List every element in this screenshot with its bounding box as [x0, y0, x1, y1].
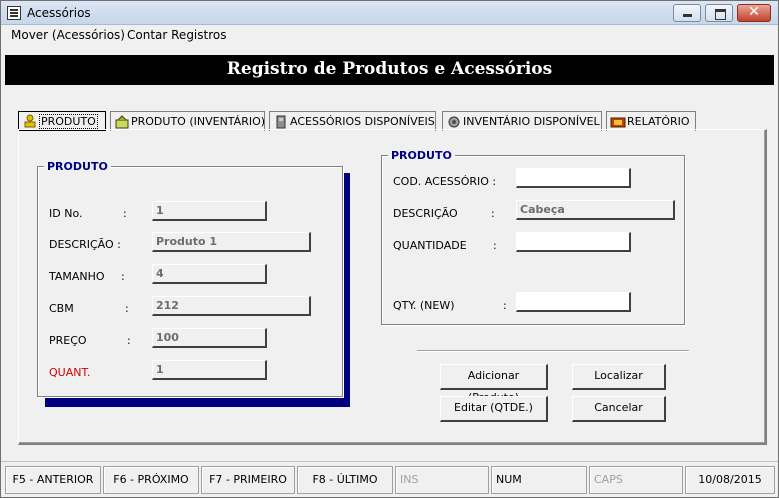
cbm-label: CBM [49, 302, 74, 315]
cancelar-button[interactable]: Cancelar [572, 396, 666, 422]
window-title: Acessórios [27, 6, 91, 20]
inventory-icon [114, 114, 130, 129]
localizar-button[interactable]: Localizar [572, 364, 666, 390]
descricao-label: DESCRIÇÃO : [49, 238, 121, 251]
quantidade-label: QUANTIDADE [393, 239, 467, 252]
status-f5-anterior[interactable]: F5 - ANTERIOR [5, 466, 101, 494]
descricao-acessorio-colon: : [491, 207, 495, 220]
status-num: NUM [491, 466, 587, 494]
tab-label: PRODUTO [39, 113, 98, 129]
product-icon [22, 114, 38, 128]
tamanho-field[interactable]: 4 [152, 264, 267, 284]
adicionar-produto-button[interactable]: Adicionar (Produto) [440, 364, 548, 404]
id-label: ID No. [49, 207, 83, 220]
tab-label: INVENTÁRIO DISPONÍVEL [463, 115, 600, 128]
tamanho-label: TAMANHO [49, 270, 105, 283]
descricao-acessorio-field[interactable]: Cabeça [516, 200, 675, 220]
descricao-field[interactable]: Produto 1 [152, 232, 311, 252]
localizar-label: Localizar [594, 369, 643, 382]
menu-bar: Mover (Acessórios) Contar Registros [1, 25, 778, 45]
quantidade-field[interactable] [516, 232, 631, 252]
cbm-field[interactable]: 212 [152, 296, 311, 316]
minimize-button[interactable] [673, 4, 701, 22]
tab-produto[interactable]: PRODUTO [18, 111, 106, 131]
tab-relatorio[interactable]: RELATÓRIO [606, 111, 696, 131]
status-ins: INS [395, 466, 489, 494]
tab-acessorios-disponiveis[interactable]: ACESSÓRIOS DISPONÍVEIS [269, 111, 436, 131]
preco-colon: : [127, 334, 131, 347]
cbm-colon: : [125, 302, 129, 315]
page-header: Registro de Produtos e Acessórios [5, 55, 774, 85]
tamanho-colon: : [121, 270, 125, 283]
close-icon: ✕ [748, 4, 760, 20]
status-f8-ultimo[interactable]: F8 - ÚLTIMO [297, 466, 393, 494]
cod-acessorio-label: COD. ACESSÓRIO : [393, 175, 497, 188]
qty-new-label: QTY. (NEW) [393, 299, 455, 312]
page-title: Registro de Produtos e Acessórios [226, 59, 553, 79]
preco-label: PREÇO [49, 334, 87, 347]
editar-qtde-label: Editar (QTDE.) [454, 401, 533, 414]
tab-label: RELATÓRIO [627, 115, 690, 128]
status-f7-primeiro[interactable]: F7 - PRIMEIRO [201, 466, 295, 494]
status-date: 10/08/2015 [685, 466, 775, 494]
app-window: Acessórios ✕ Mover (Acessórios) Contar R… [0, 0, 779, 498]
tab-label: ACESSÓRIOS DISPONÍVEIS [290, 115, 435, 128]
qty-new-colon: : [503, 299, 507, 312]
maximize-button[interactable] [705, 4, 733, 22]
tab-inventario-disponivel[interactable]: INVENTÁRIO DISPONÍVEL [442, 111, 602, 131]
menu-mover[interactable]: Mover (Acessórios) [11, 28, 125, 42]
descricao-acessorio-label: DESCRIÇÃO [393, 207, 458, 220]
group-title: PRODUTO [388, 149, 455, 162]
preco-field[interactable]: 100 [152, 328, 267, 348]
cod-acessorio-field[interactable] [516, 168, 631, 188]
status-bar: F5 - ANTERIOR F6 - PRÓXIMO F7 - PRIMEIRO… [1, 461, 778, 497]
quant-label: QUANT. [49, 366, 91, 379]
quant-field[interactable]: 1 [152, 360, 267, 380]
network-icon [446, 115, 462, 129]
editar-qtde-button[interactable]: Editar (QTDE.) [440, 396, 548, 422]
qty-new-field[interactable] [516, 292, 631, 312]
cancelar-label: Cancelar [594, 401, 643, 414]
tab-produto-inventario[interactable]: PRODUTO (INVENTÁRIO) [110, 111, 265, 131]
tab-label: PRODUTO (INVENTÁRIO) [131, 115, 266, 128]
close-button[interactable]: ✕ [737, 4, 771, 22]
status-caps: CAPS [589, 466, 683, 494]
group-title: PRODUTO [44, 160, 111, 173]
separator [417, 350, 689, 352]
id-field[interactable]: 1 [152, 201, 267, 221]
app-icon [7, 6, 21, 20]
report-icon [610, 115, 626, 129]
status-f6-proximo[interactable]: F6 - PRÓXIMO [103, 466, 199, 494]
quantidade-colon: : [493, 239, 497, 252]
id-colon: : [123, 207, 127, 220]
accessories-icon [273, 115, 289, 129]
menu-contar-registros[interactable]: Contar Registros [127, 28, 227, 42]
title-bar[interactable]: Acessórios ✕ [1, 1, 778, 25]
